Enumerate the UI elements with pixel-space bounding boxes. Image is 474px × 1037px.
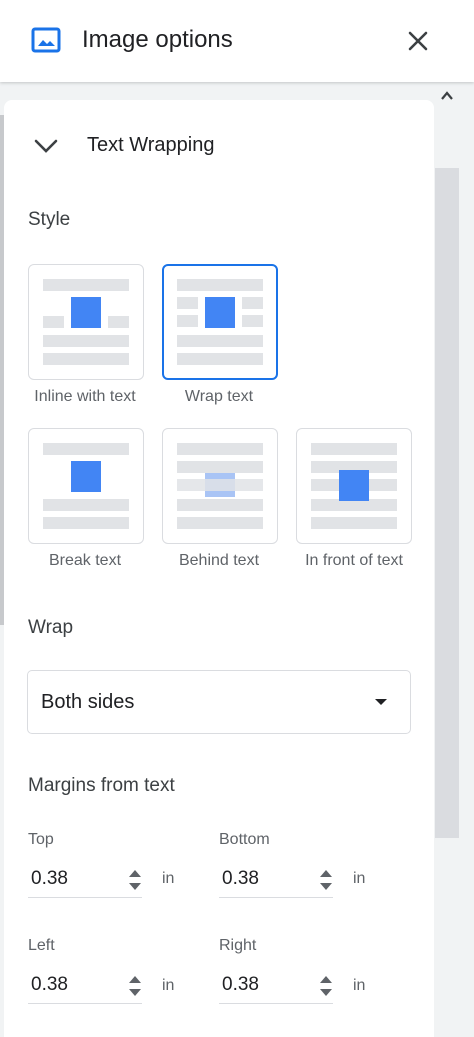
close-icon[interactable]	[404, 27, 432, 55]
text-line	[43, 316, 64, 328]
margin-left-input[interactable]: 0.38	[28, 968, 142, 1004]
text-line	[43, 335, 129, 347]
text-line	[177, 315, 198, 327]
text-wrapping-section-toggle[interactable]: Text Wrapping	[30, 128, 330, 164]
style-option-label: Behind text	[178, 552, 260, 569]
text-line	[43, 279, 129, 291]
scroll-up-arrow-icon[interactable]	[439, 88, 455, 104]
margin-right-label: Right	[219, 937, 257, 954]
panel-header: Image options	[0, 0, 474, 82]
stepper-arrows-icon[interactable]	[319, 866, 333, 894]
margin-top-value: 0.38	[31, 868, 68, 889]
margin-left-value: 0.38	[31, 974, 68, 995]
margin-left-unit: in	[162, 977, 175, 994]
margin-bottom-label: Bottom	[219, 831, 270, 848]
chevron-down-icon	[34, 139, 58, 153]
image-icon	[31, 27, 61, 53]
style-label: Style	[28, 209, 71, 230]
text-line	[177, 353, 263, 365]
text-line	[43, 517, 129, 529]
image-square	[71, 297, 101, 328]
margin-right-unit: in	[353, 977, 366, 994]
image-square	[339, 470, 369, 501]
style-option-in-front[interactable]	[296, 428, 412, 544]
margins-label: Margins from text	[28, 775, 175, 796]
text-line	[177, 279, 263, 291]
text-line	[177, 297, 198, 309]
margin-right-value: 0.38	[222, 974, 259, 995]
margin-top-label: Top	[28, 831, 54, 848]
text-line	[311, 517, 397, 529]
margin-bottom-input[interactable]: 0.38	[219, 862, 333, 898]
style-option-break[interactable]	[28, 428, 144, 544]
text-line	[177, 335, 263, 347]
text-line	[177, 499, 263, 511]
text-line	[177, 443, 263, 455]
section-title: Text Wrapping	[87, 134, 215, 156]
style-option-behind[interactable]	[162, 428, 278, 544]
image-square	[205, 297, 235, 328]
style-option-inline[interactable]	[28, 264, 144, 380]
margin-bottom-unit: in	[353, 870, 366, 887]
text-line	[242, 297, 263, 309]
image-square	[71, 461, 101, 492]
panel-title: Image options	[82, 26, 233, 53]
style-option-label: Wrap text	[184, 388, 254, 405]
margin-bottom-value: 0.38	[222, 868, 259, 889]
margin-top-input[interactable]: 0.38	[28, 862, 142, 898]
scrollbar-thumb[interactable]	[435, 168, 459, 838]
style-option-wrap[interactable]	[162, 264, 278, 380]
margin-right-input[interactable]: 0.38	[219, 968, 333, 1004]
text-line	[177, 461, 263, 473]
wrap-select-value: Both sides	[41, 691, 135, 713]
margin-left-label: Left	[28, 937, 55, 954]
text-line	[177, 517, 263, 529]
text-line	[43, 443, 129, 455]
text-line	[242, 315, 263, 327]
margin-top-unit: in	[162, 870, 175, 887]
text-line	[43, 499, 129, 511]
stepper-arrows-icon[interactable]	[128, 972, 142, 1000]
dropdown-arrow-icon	[375, 699, 387, 705]
text-line	[177, 479, 263, 491]
stepper-arrows-icon[interactable]	[128, 866, 142, 894]
style-option-label: Break text	[48, 552, 122, 569]
style-option-label: Inline with text	[34, 388, 136, 405]
text-line	[108, 316, 129, 328]
text-line	[311, 443, 397, 455]
wrap-select[interactable]: Both sides	[27, 670, 411, 734]
wrap-label: Wrap	[28, 617, 74, 638]
text-line	[43, 353, 129, 365]
style-option-label: In front of text	[305, 552, 403, 569]
stepper-arrows-icon[interactable]	[319, 972, 333, 1000]
